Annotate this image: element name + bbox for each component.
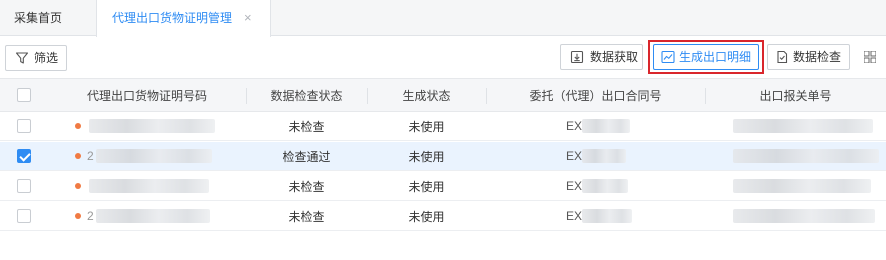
cert-no-cell (48, 112, 246, 140)
fetch-data-button[interactable]: 数据获取 (560, 44, 643, 70)
masked-customs-no (733, 149, 879, 163)
contract-no-cell: EX (486, 112, 705, 140)
check-status-cell: 未检查 (288, 179, 325, 194)
contract-no-cell: EX (486, 142, 705, 170)
contract-no-prefix: EX (566, 179, 583, 193)
column-header-gen-status[interactable]: 生成状态 (367, 79, 486, 111)
tab-home[interactable]: 采集首页 (0, 0, 88, 36)
masked-contract-no (582, 179, 629, 193)
filter-icon (15, 52, 29, 64)
contract-no-prefix: EX (566, 209, 583, 223)
table-row[interactable]: 2 未检查 未使用 EX (0, 202, 886, 231)
cert-no-prefix: 2 (87, 209, 94, 223)
row-select-cell (0, 112, 48, 140)
gen-status-cell: 未使用 (408, 179, 445, 194)
gen-status-cell: 未使用 (408, 119, 445, 134)
check-status-cell: 检查通过 (282, 149, 331, 164)
masked-customs-no (733, 119, 873, 133)
customs-no-cell (705, 112, 886, 140)
contract-no-cell: EX (486, 172, 705, 200)
masked-customs-no (733, 179, 871, 193)
dot-icon (75, 213, 81, 219)
row-select-cell (0, 142, 48, 170)
customs-no-cell (705, 172, 886, 200)
close-icon[interactable]: × (244, 0, 252, 36)
column-header-customs-no[interactable]: 出口报关单号 (705, 79, 886, 111)
gen-status-cell: 未使用 (408, 209, 445, 224)
fetch-data-button-label: 数据获取 (590, 50, 639, 64)
row-checkbox[interactable] (17, 179, 31, 193)
download-icon (570, 50, 584, 64)
filter-button[interactable]: 筛选 (5, 45, 67, 71)
table-row[interactable]: 未检查 未使用 EX (0, 172, 886, 201)
generate-export-detail-button[interactable]: 生成出口明细 (653, 44, 759, 70)
column-header-check-status[interactable]: 数据检查状态 (246, 79, 367, 111)
cert-no-cell: 2 (48, 202, 246, 230)
masked-cert-no (95, 209, 210, 223)
check-document-icon (777, 50, 788, 64)
generate-export-detail-button-label: 生成出口明细 (679, 50, 752, 64)
masked-customs-no (733, 209, 875, 223)
check-status-cell: 未检查 (288, 209, 325, 224)
tab-home-label: 采集首页 (14, 11, 63, 25)
data-check-button[interactable]: 数据检查 (767, 44, 850, 70)
select-all-checkbox[interactable] (17, 88, 31, 102)
masked-cert-no (95, 149, 212, 163)
row-checkbox[interactable] (17, 149, 31, 163)
check-status-cell: 未检查 (288, 119, 325, 134)
table-row[interactable]: 未检查 未使用 EX (0, 112, 886, 141)
cert-no-cell (48, 172, 246, 200)
contract-no-cell: EX (486, 202, 705, 230)
data-check-button-label: 数据检查 (793, 50, 842, 64)
table-row[interactable]: 2 检查通过 未使用 EX (0, 142, 886, 171)
dot-icon (75, 153, 81, 159)
column-header-contract-no[interactable]: 委托（代理）出口合同号 (486, 79, 705, 111)
masked-cert-no (89, 179, 209, 193)
filter-button-label: 筛选 (34, 51, 59, 65)
row-select-cell (0, 202, 48, 230)
tab-export-certificate[interactable]: 代理出口货物证明管理 × (96, 0, 271, 37)
tab-bar: 采集首页 代理出口货物证明管理 × (0, 0, 886, 37)
contract-no-prefix: EX (566, 149, 583, 163)
column-header-cert-no[interactable]: 代理出口货物证明号码 (48, 79, 246, 111)
cert-no-cell: 2 (48, 142, 246, 170)
customs-no-cell (705, 202, 886, 230)
cert-no-prefix: 2 (87, 149, 94, 163)
select-all-cell (0, 79, 48, 111)
dot-icon (75, 183, 81, 189)
table-header: 代理出口货物证明号码 数据检查状态 生成状态 委托（代理）出口合同号 出口报关单… (0, 78, 886, 112)
dot-icon (75, 123, 81, 129)
row-checkbox[interactable] (17, 209, 31, 223)
grid-icon[interactable] (864, 51, 876, 63)
contract-no-prefix: EX (566, 119, 583, 133)
tab-export-certificate-label: 代理出口货物证明管理 (112, 11, 233, 25)
chart-line-icon (661, 50, 675, 64)
masked-contract-no (582, 119, 631, 133)
row-select-cell (0, 172, 48, 200)
row-checkbox[interactable] (17, 119, 31, 133)
masked-cert-no (89, 119, 215, 133)
masked-contract-no (582, 209, 633, 223)
gen-status-cell: 未使用 (408, 149, 445, 164)
customs-no-cell (705, 142, 886, 170)
masked-contract-no (582, 149, 627, 163)
